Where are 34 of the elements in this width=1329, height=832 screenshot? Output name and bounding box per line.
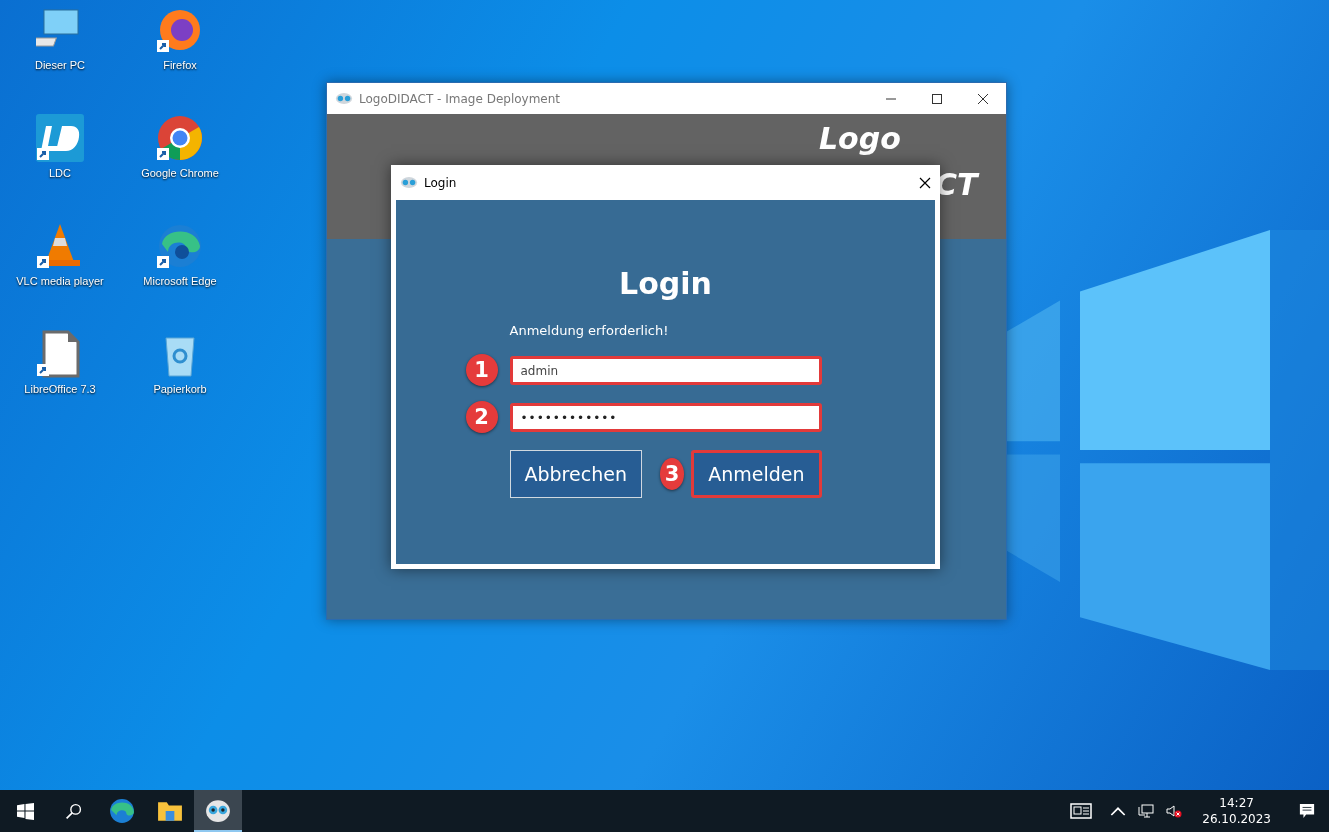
password-field[interactable]: •••••••••••• (509, 403, 822, 432)
clock-time[interactable]: 14:27 (1219, 795, 1254, 811)
login-button[interactable]: Anmelden (691, 450, 822, 498)
window-title: LogoDIDACT - Image Deployment (359, 91, 562, 106)
browser-icon (109, 798, 135, 824)
owl-taskbar-button[interactable] (194, 790, 242, 832)
network-icon[interactable] (1138, 804, 1155, 818)
clock-date[interactable]: 26.10.2023 (1202, 811, 1271, 827)
desktop-icon-label[interactable]: VLC media player (16, 275, 104, 287)
browser-icon[interactable] (156, 114, 204, 162)
desktop-icon-label[interactable]: Google Chrome (141, 167, 219, 179)
step-marker: 2 (465, 401, 498, 433)
cancel-button[interactable]: Abbrechen (509, 450, 642, 498)
muted-speaker-icon[interactable] (1166, 804, 1183, 818)
desktop-icon-label[interactable]: LDC (49, 167, 71, 179)
step-marker: 1 (465, 354, 498, 386)
news-icon[interactable] (1070, 803, 1095, 819)
desktop-icon-label[interactable]: Papierkorb (153, 383, 207, 395)
login-heading: Login (619, 266, 712, 301)
desktop-icon-label[interactable]: Firefox (163, 59, 197, 71)
close-icon[interactable] (919, 176, 931, 189)
login-message: Anmeldung erforderlich! (509, 323, 670, 338)
app-icon[interactable] (36, 114, 84, 162)
username-field[interactable]: admin (509, 356, 822, 385)
desktop-icon-label[interactable]: LibreOffice 7.3 (24, 383, 96, 395)
desktop-icon-label[interactable]: Dieser PC (34, 59, 86, 71)
step-marker: 3 (659, 458, 685, 490)
banner-logo-text: Logo (819, 124, 901, 154)
dialog-title: Login (424, 175, 458, 190)
owl-icon (205, 797, 231, 823)
browser-icon[interactable] (156, 222, 204, 270)
owl-icon (400, 176, 418, 189)
desktop-icon-label[interactable]: Microsoft Edge (143, 275, 217, 287)
owl-icon (335, 92, 353, 105)
